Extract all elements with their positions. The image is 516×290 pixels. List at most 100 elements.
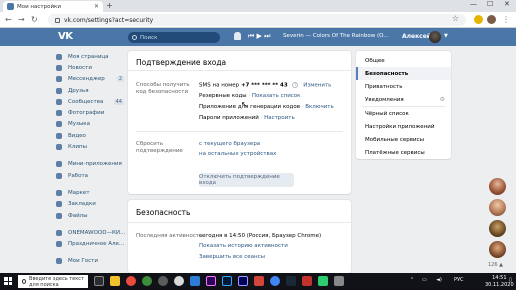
- new-tab-button[interactable]: +: [106, 1, 113, 10]
- app-icon[interactable]: [190, 276, 200, 286]
- online-count[interactable]: 126 ▲: [488, 262, 508, 271]
- minimize-button[interactable]: —: [470, 0, 477, 8]
- sidebar-item-icon: [56, 201, 62, 208]
- phone-number: +7 *** *** ** 43: [240, 82, 288, 89]
- task-view-icon[interactable]: [94, 276, 104, 286]
- sidebar-item[interactable]: Маркет: [56, 187, 126, 198]
- sidebar-item[interactable]: Музыка: [56, 119, 126, 130]
- sidebar-item[interactable]: Видео: [56, 130, 126, 141]
- methods-label: Способы получить код безопасности: [136, 82, 190, 95]
- sidebar-item[interactable]: Новости: [56, 62, 126, 73]
- sidebar-item[interactable]: ONEMAWOOD—КИ...: [56, 227, 126, 238]
- sidebar-item-icon: [56, 132, 62, 139]
- reload-icon[interactable]: ↻: [31, 15, 38, 24]
- steam-icon[interactable]: [286, 276, 296, 286]
- enable-app-link[interactable]: Включить: [305, 104, 334, 110]
- gear-icon[interactable]: ⚙: [440, 96, 445, 103]
- sidebar-item[interactable]: Друзья: [56, 85, 126, 96]
- premiere-icon[interactable]: [206, 276, 216, 286]
- forward-arrow-icon[interactable]: →: [18, 15, 25, 24]
- sidebar-item-icon: [56, 64, 62, 71]
- show-history-link[interactable]: Показать историю активности: [199, 243, 288, 249]
- sidebar-item-label: Видео: [68, 132, 86, 139]
- sidebar-item[interactable]: Мессенджер 2: [56, 74, 126, 85]
- browser-menu-icon[interactable]: ⋮: [502, 15, 510, 24]
- sidebar-item-label: Закладки: [68, 201, 96, 208]
- utorrent-icon[interactable]: [142, 276, 152, 286]
- sidebar-item[interactable]: Праздничное Але...: [56, 238, 126, 249]
- settings-menu-item[interactable]: Платёжные сервисы: [356, 146, 451, 159]
- back-arrow-icon[interactable]: ←: [5, 15, 12, 24]
- url-input[interactable]: vk.com/settings?act=security ☆: [48, 14, 466, 26]
- chat-bubble-avatar[interactable]: [489, 241, 506, 258]
- network-icon[interactable]: ▭: [422, 277, 427, 283]
- search-input[interactable]: Поиск: [128, 32, 220, 43]
- reset-current-browser-link[interactable]: с текущего браузера: [199, 141, 260, 147]
- sidebar-item[interactable]: Клипы: [56, 141, 126, 152]
- player-controls[interactable]: ⏮ ▶ ⏭: [248, 32, 270, 41]
- bookmark-star-icon[interactable]: ☆: [452, 14, 459, 23]
- sidebar-item-icon: [56, 258, 62, 265]
- app-icon[interactable]: [174, 276, 184, 286]
- app-icon[interactable]: [334, 276, 344, 286]
- app-icon[interactable]: [318, 276, 328, 286]
- disable-confirmation-button[interactable]: Отключить подтверждение входа: [199, 173, 294, 187]
- change-phone-link[interactable]: Изменить: [303, 83, 331, 89]
- sidebar-item[interactable]: Файлы: [56, 210, 126, 221]
- yandex-browser-icon[interactable]: [126, 276, 136, 286]
- sidebar-item[interactable]: Фотографии: [56, 107, 126, 118]
- after-effects-icon[interactable]: [238, 276, 248, 286]
- settings-menu-item[interactable]: Настройки приложений: [356, 120, 451, 133]
- end-sessions-link[interactable]: Завершить все сеансы: [199, 254, 265, 260]
- chat-bubble-avatar[interactable]: [489, 220, 506, 237]
- settings-menu-item[interactable]: Общее: [356, 54, 451, 67]
- count-badge: 44: [113, 98, 124, 105]
- file-explorer-icon[interactable]: [110, 276, 120, 286]
- close-window-button[interactable]: ✕: [504, 0, 510, 8]
- settings-menu-item[interactable]: Мобильные сервисы: [356, 133, 451, 146]
- settings-menu-item[interactable]: Уведомления ⚙: [356, 93, 451, 106]
- app-icon[interactable]: [254, 276, 264, 286]
- search-icon: [22, 279, 27, 284]
- sidebar-item[interactable]: Моя страница: [56, 51, 126, 62]
- sidebar-item[interactable]: Сообщества 44: [56, 96, 126, 107]
- avatar[interactable]: [429, 31, 441, 43]
- sidebar-item-label: Мини-приложения: [68, 161, 122, 168]
- settings-menu-item[interactable]: Приватность: [356, 80, 451, 93]
- configure-link[interactable]: Настроить: [264, 115, 295, 121]
- taskbar-search-input[interactable]: Введите здесь текст для поиска: [18, 275, 88, 288]
- vk-logo[interactable]: VK: [58, 31, 73, 42]
- photoshop-icon[interactable]: [222, 276, 232, 286]
- sidebar-item[interactable]: Работа: [56, 170, 126, 181]
- volume-icon[interactable]: ◄): [436, 277, 442, 283]
- header-username[interactable]: Алексей: [402, 33, 431, 40]
- input-language[interactable]: РУС: [454, 277, 464, 283]
- settings-menu-item[interactable]: Чёрный список: [356, 107, 451, 120]
- notifications-icon[interactable]: ▯: [509, 277, 512, 283]
- tray-chevron-icon[interactable]: ⌃: [410, 277, 414, 283]
- bell-icon[interactable]: [234, 32, 241, 40]
- chevron-down-icon[interactable]: ▼: [444, 33, 448, 39]
- close-tab-icon[interactable]: ✕: [94, 3, 99, 10]
- obs-icon[interactable]: [158, 276, 168, 286]
- app-icon[interactable]: [302, 276, 312, 286]
- sidebar-item-icon: [56, 144, 62, 151]
- settings-menu: Общее Безопасность Приватность Уведомления ⚙…: [356, 51, 451, 159]
- sidebar-item[interactable]: Закладки: [56, 199, 126, 210]
- sidebar-item[interactable]: Мои Гости: [56, 256, 126, 267]
- sidebar-item-label: Сообщества: [68, 98, 104, 105]
- reset-other-devices-link[interactable]: на остальных устройствах: [199, 151, 276, 157]
- maximize-button[interactable]: ☐: [487, 0, 493, 8]
- settings-menu-item[interactable]: Безопасность: [356, 67, 451, 80]
- windows-start-icon[interactable]: [4, 277, 12, 285]
- extension-icon[interactable]: [474, 15, 483, 24]
- chat-bubble-avatar[interactable]: [489, 199, 506, 216]
- browser-tab[interactable]: Мои настройки ✕: [3, 1, 103, 12]
- now-playing-track[interactable]: Severin — Colors Of The Rainbow (O...: [283, 33, 388, 39]
- sidebar-item[interactable]: Мини-приложения: [56, 159, 126, 170]
- chat-bubble-avatar[interactable]: [489, 178, 506, 195]
- profile-avatar-icon[interactable]: [487, 15, 496, 24]
- chrome-icon[interactable]: [270, 276, 280, 286]
- show-list-link[interactable]: Показать список: [252, 93, 301, 99]
- help-icon[interactable]: ?: [292, 82, 299, 88]
